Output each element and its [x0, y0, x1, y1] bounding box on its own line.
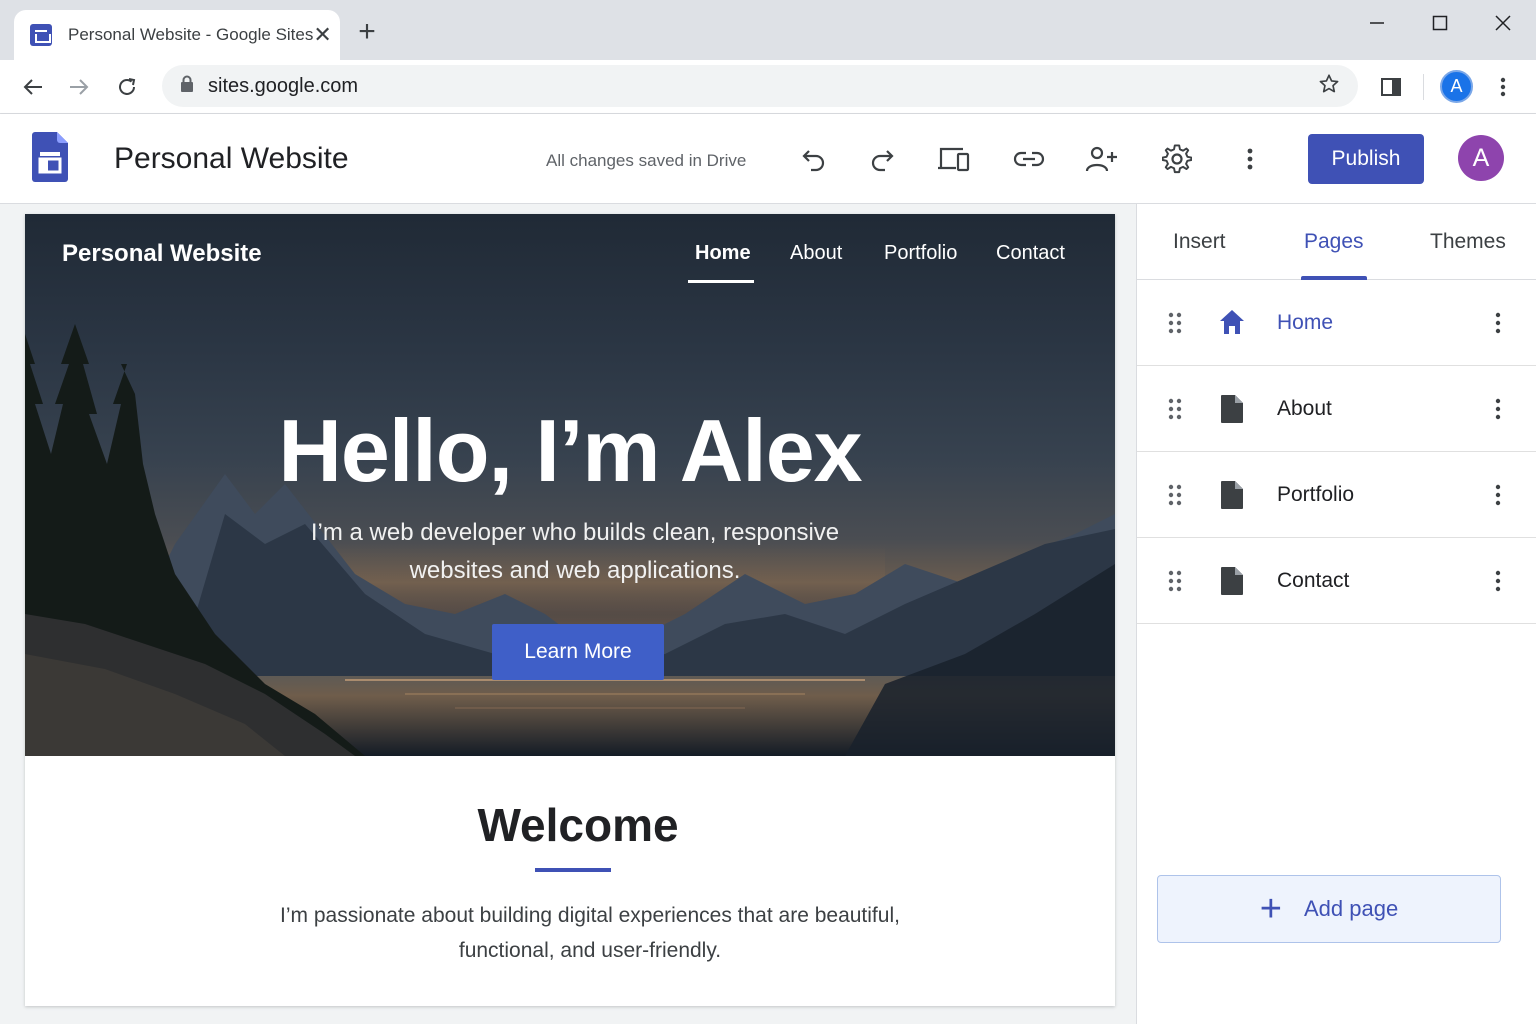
tab-title: Personal Website - Google Sites — [68, 25, 314, 44]
page-item-home[interactable]: Home — [1137, 280, 1536, 366]
welcome-paragraph[interactable]: I’m passionate about building digital ex… — [270, 898, 910, 968]
google-sites-favicon-icon — [30, 24, 52, 46]
page-more-icon[interactable] — [1491, 569, 1505, 593]
site-nav-contact[interactable]: Contact — [996, 242, 1065, 265]
drag-handle-icon[interactable] — [1167, 569, 1183, 593]
close-tab-icon[interactable]: ✕ — [313, 24, 331, 46]
add-page-label: Add page — [1304, 896, 1399, 921]
page-label-home: Home — [1277, 311, 1334, 334]
side-panel-icon[interactable] — [1374, 70, 1408, 104]
site-preview[interactable]: Personal Website Home About Portfolio Co… — [25, 214, 1115, 1006]
browser-toolbar: sites.google.com A — [0, 60, 1536, 114]
bookmark-star-icon[interactable] — [1318, 73, 1340, 100]
maximize-window-icon[interactable] — [1420, 8, 1460, 38]
toolbar-separator — [1423, 74, 1424, 100]
page-item-contact[interactable]: Contact — [1137, 538, 1536, 624]
hero-site-name[interactable]: Personal Website — [62, 240, 262, 268]
more-options-icon[interactable] — [1232, 141, 1268, 177]
plus-icon: + — [1259, 888, 1282, 930]
side-panel: Insert Pages Themes Home About Portfolio… — [1136, 204, 1536, 1024]
drag-handle-icon[interactable] — [1167, 397, 1183, 421]
tab-insert[interactable]: Insert — [1173, 230, 1226, 254]
hero-section[interactable]: Personal Website Home About Portfolio Co… — [25, 214, 1115, 756]
insert-link-icon[interactable] — [1011, 141, 1047, 177]
reload-icon[interactable] — [110, 70, 144, 104]
page-more-icon[interactable] — [1491, 311, 1505, 335]
preview-devices-icon[interactable] — [936, 141, 972, 177]
home-icon — [1219, 308, 1245, 338]
hero-subtitle[interactable]: I’m a web developer who builds clean, re… — [270, 514, 880, 590]
welcome-divider — [535, 868, 611, 872]
google-sites-logo-icon[interactable] — [32, 132, 68, 182]
user-avatar[interactable]: A — [1458, 135, 1504, 181]
page-more-icon[interactable] — [1491, 483, 1505, 507]
lock-icon — [180, 75, 194, 98]
close-window-icon[interactable] — [1483, 8, 1523, 38]
redo-icon[interactable] — [864, 141, 900, 177]
editor-canvas: Personal Website Home About Portfolio Co… — [0, 204, 1136, 1024]
back-arrow-icon[interactable] — [16, 70, 50, 104]
page-item-portfolio[interactable]: Portfolio — [1137, 452, 1536, 538]
site-nav-portfolio[interactable]: Portfolio — [884, 242, 957, 265]
page-label-contact: Contact — [1277, 569, 1350, 592]
page-icon — [1219, 566, 1245, 596]
browser-tab[interactable]: Personal Website - Google Sites ✕ — [14, 10, 340, 60]
page-more-icon[interactable] — [1491, 397, 1505, 421]
share-add-person-icon[interactable] — [1084, 141, 1120, 177]
settings-gear-icon[interactable] — [1159, 141, 1195, 177]
minimize-window-icon[interactable] — [1357, 8, 1397, 38]
sites-toolbar: Personal Website All changes saved in Dr… — [0, 114, 1536, 204]
page-label-about: About — [1277, 397, 1332, 420]
page-icon — [1219, 480, 1245, 510]
active-nav-indicator — [688, 280, 754, 283]
page-item-about[interactable]: About — [1137, 366, 1536, 452]
omnibox[interactable]: sites.google.com — [162, 65, 1358, 107]
drag-handle-icon[interactable] — [1167, 483, 1183, 507]
chrome-menu-icon[interactable] — [1486, 70, 1520, 104]
chrome-profile-avatar[interactable]: A — [1440, 70, 1473, 103]
hero-heading[interactable]: Hello, I’m Alex — [25, 400, 1115, 502]
drag-handle-icon[interactable] — [1167, 311, 1183, 335]
site-nav-home[interactable]: Home — [695, 242, 751, 265]
page-icon — [1219, 394, 1245, 424]
undo-icon[interactable] — [796, 141, 832, 177]
learn-more-button[interactable]: Learn More — [492, 624, 664, 680]
panel-tabs: Insert Pages Themes — [1137, 204, 1536, 280]
url-text: sites.google.com — [208, 74, 359, 97]
new-tab-icon[interactable]: + — [352, 17, 382, 48]
forward-arrow-icon[interactable] — [62, 70, 96, 104]
welcome-heading[interactable]: Welcome — [25, 798, 1115, 852]
tab-pages[interactable]: Pages — [1304, 230, 1364, 254]
tab-themes[interactable]: Themes — [1430, 230, 1506, 254]
document-title[interactable]: Personal Website — [114, 142, 349, 176]
page-label-portfolio: Portfolio — [1277, 483, 1355, 506]
add-page-button[interactable]: + Add page — [1157, 875, 1501, 943]
publish-button[interactable]: Publish — [1308, 134, 1424, 184]
site-nav-about[interactable]: About — [790, 242, 842, 265]
browser-tabstrip: Personal Website - Google Sites ✕ + — [0, 0, 1536, 60]
save-status: All changes saved in Drive — [546, 151, 747, 170]
